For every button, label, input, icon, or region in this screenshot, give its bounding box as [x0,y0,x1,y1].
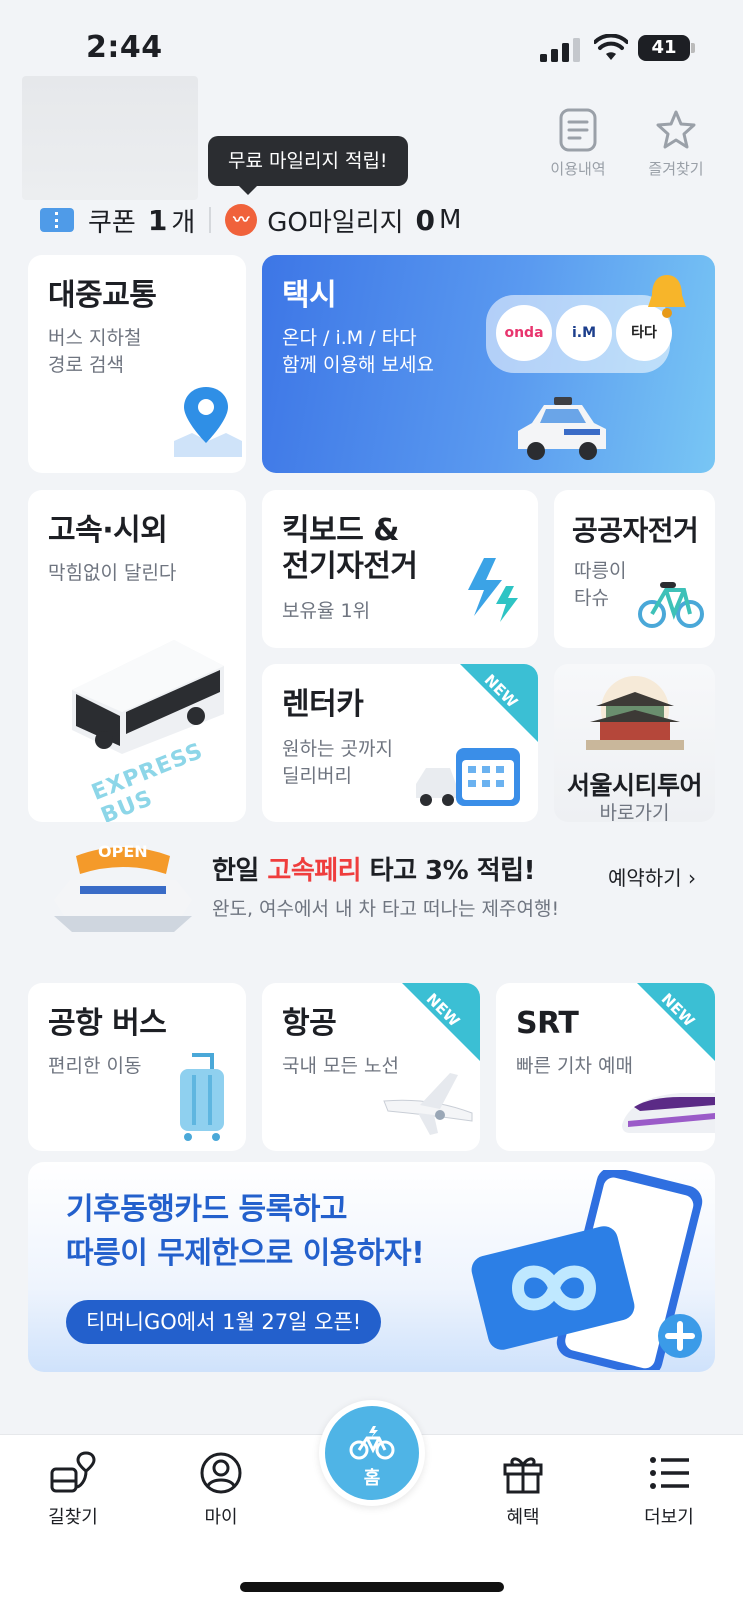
transit-sub2: 경로 검색 [48,354,124,376]
user-icon [200,1452,242,1494]
taxi-car-icon [518,397,606,460]
tab-home-label: 홈 [363,1468,381,1489]
favorites-label: 즐겨찾기 [648,160,704,178]
taxi-sub2: 함께 이용해 보세요 [282,354,434,376]
citytour-title: 서울시티투어 [566,771,703,800]
coupon-count[interactable]: 1 [148,204,167,237]
menu-icon [650,1457,689,1489]
mileage-icon: 〰 [225,204,258,236]
divider [209,207,212,233]
tab-more-label: 더보기 [644,1507,694,1528]
city-tour-card[interactable]: 서울시티투어 바로가기 [554,664,715,822]
new-badge: NEW [460,664,538,742]
new-badge: NEW [402,983,480,1061]
express-bus-card[interactable]: 고속·시외 막힘없이 달린다 EXPRESS BUS [28,490,246,822]
tab-more[interactable]: 더보기 [614,1451,724,1529]
coupon-label[interactable]: 쿠폰 [88,202,136,239]
citytour-sub: 바로가기 [599,802,670,822]
ferry-banner[interactable]: OPEN 한일 고속페리 타고 3% 적립! 완도, 여수에서 내 차 타고 떠… [0,828,743,948]
taxi-title: 택시 [282,278,337,313]
route-bus-icon [50,1451,96,1493]
gift-icon [503,1457,543,1494]
kickboard-sub: 보유율 1위 [282,600,371,622]
new-badge: NEW [637,983,715,1061]
receipt-icon [559,108,597,152]
tab-route-label: 길찾기 [48,1507,98,1528]
airport-bus-sub: 편리한 이동 [48,1055,142,1077]
flight-card[interactable]: 항공 국내 모든 노선 NEW [262,983,480,1151]
promo-title: 기후동행카드 등록하고 따릉이 무제한으로 이용하자! [66,1192,425,1271]
airport-bus-card[interactable]: 공항 버스 편리한 이동 [28,983,246,1151]
bike-sub2: 타슈 [574,587,609,609]
express-title: 고속·시외 [48,513,168,548]
tab-home[interactable]: 홈 [319,1400,425,1506]
kickboard-card[interactable]: 킥보드 & 전기자전거 보유율 1위 [262,490,538,648]
history-button[interactable]: 이용내역 [538,108,618,179]
coupon-mileage-row: 쿠폰 1 개 〰 GO마일리지 0 M [40,200,461,240]
climate-card-promo-banner[interactable]: 기후동행카드 등록하고 따릉이 무제한으로 이용하자! 티머니GO에서 1월 2… [28,1162,715,1372]
profile-area [22,76,198,200]
star-icon [656,110,696,149]
history-label: 이용내역 [550,160,606,178]
mileage-label[interactable]: GO마일리지 [267,202,403,239]
bike-sub1: 따릉이 [574,560,627,582]
kickboard-title2: 전기자전거 [282,549,418,584]
bicycle-icon [638,582,704,628]
bell-icon [648,275,686,318]
wifi-icon [594,34,628,60]
chevron-right-icon: › [687,866,696,890]
srt-card[interactable]: SRT 빠른 기차 예매 NEW [496,983,715,1151]
brand-onda: onda [496,305,552,361]
battery-indicator: 41 [638,35,690,61]
map-pin-icon [174,387,242,457]
srt-sub: 빠른 기차 예매 [516,1055,633,1077]
tab-benefits-label: 혜택 [506,1507,540,1528]
ferry-open-text: OPEN [98,842,148,861]
train-icon [622,1093,715,1133]
rentcar-sub1: 원하는 곳까지 [282,738,393,760]
tab-route[interactable]: 길찾기 [18,1451,128,1529]
signal-icon [540,38,580,62]
mileage-value[interactable]: 0 [416,204,435,237]
tab-my-label: 마이 [204,1507,238,1528]
ferry-title: 한일 고속페리 타고 3% 적립! [212,856,535,886]
srt-title: SRT [516,1006,579,1041]
status-time: 2:44 [86,30,163,65]
ebike-icon [349,1426,395,1460]
home-indicator [240,1582,504,1592]
taxi-sub1: 온다 / i.M / 타다 [282,327,417,349]
public-bike-card[interactable]: 공공자전거 따릉이 타슈 [554,490,715,648]
rentcar-calendar-icon [416,748,520,806]
mileage-tooltip: 무료 마일리지 적립! [208,136,408,195]
kickboard-title1: 킥보드 & [282,513,399,548]
battery-tip [691,43,695,53]
palace-icon [586,676,684,750]
tab-benefits[interactable]: 혜택 [468,1451,578,1529]
brand-im: i.M [556,305,612,361]
transit-sub1: 버스 지하철 [48,327,142,349]
ferry-reserve-link[interactable]: 예약하기 › [608,862,696,891]
suitcase-icon [180,1053,224,1141]
tab-my[interactable]: 마이 [166,1451,276,1529]
mileage-unit: M [439,205,462,235]
bike-title: 공공자전거 [572,514,699,547]
flight-title: 항공 [282,1006,337,1041]
phone-card-illustration [471,1170,703,1370]
favorites-button[interactable]: 즐겨찾기 [636,108,716,179]
ferry-sub: 완도, 여수에서 내 차 타고 떠나는 제주여행! [212,898,560,920]
rentcar-sub2: 딜리버리 [282,765,352,787]
coupon-unit: 개 [171,207,196,238]
rentcar-title: 렌터카 [282,687,364,722]
rentcar-card[interactable]: 렌터카 원하는 곳까지 딜리버리 NEW [262,664,538,822]
lightning-icon [468,558,518,622]
express-sub: 막힘없이 달린다 [48,562,177,584]
airport-bus-title: 공항 버스 [48,1006,167,1041]
airplane-icon [383,1073,473,1135]
transit-title: 대중교통 [48,278,157,313]
promo-pill: 티머니GO에서 1월 27일 오픈! [66,1300,382,1344]
taxi-card[interactable]: 택시 온다 / i.M / 타다 함께 이용해 보세요 onda i.M 타다 [262,255,715,473]
transit-card[interactable]: 대중교통 버스 지하철 경로 검색 [28,255,246,473]
coupon-icon [40,208,74,232]
